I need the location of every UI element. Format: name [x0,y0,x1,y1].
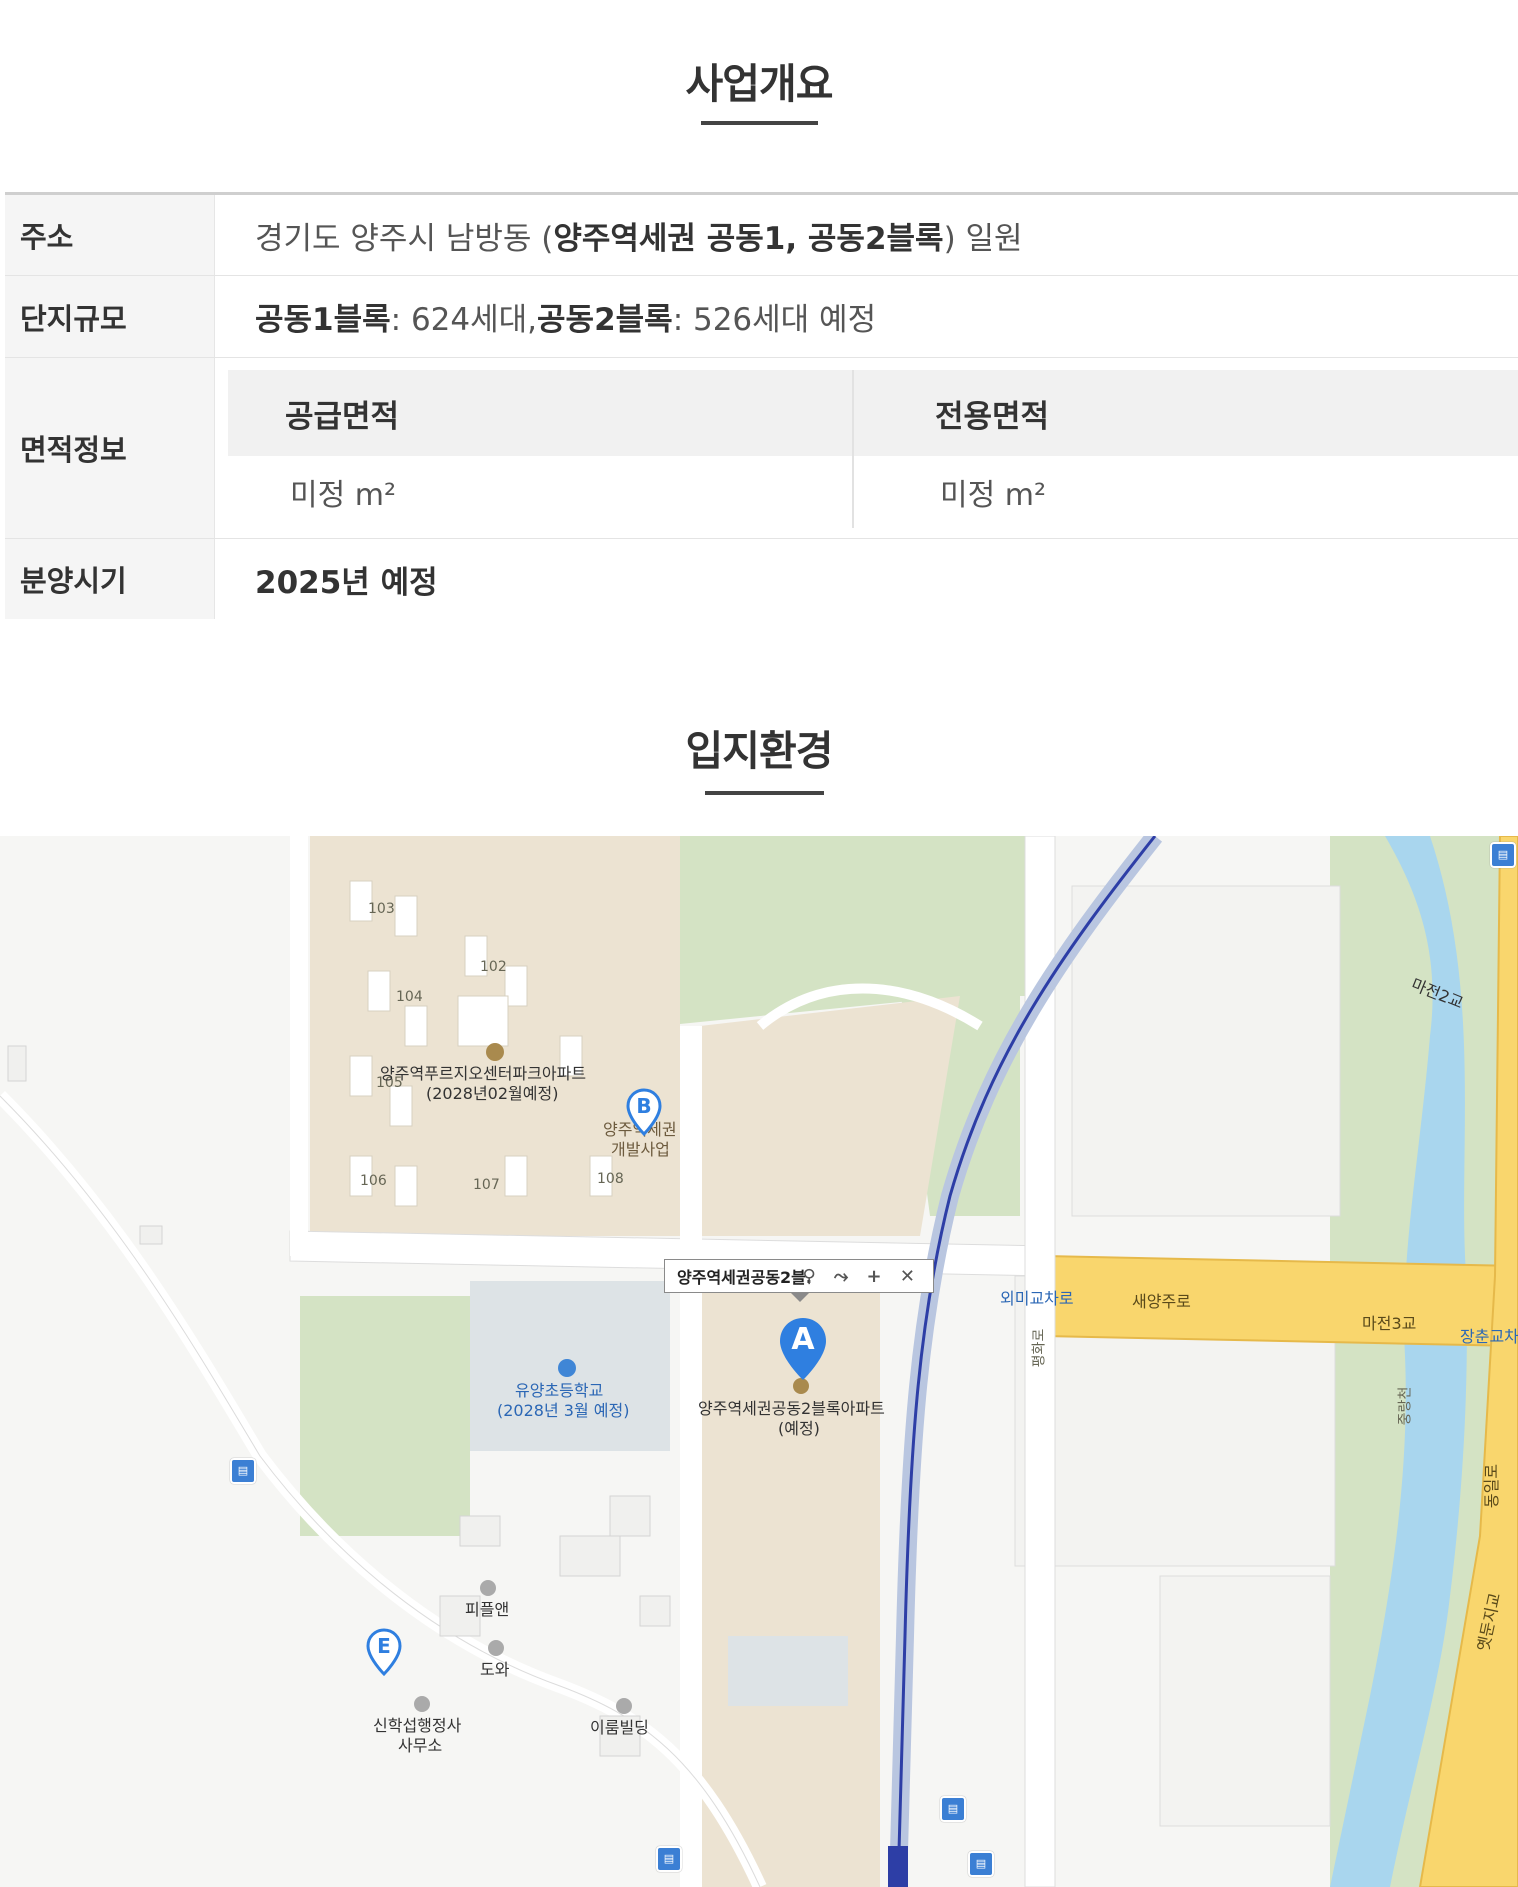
scale-block1: 공동1블록 [255,302,391,338]
bus-stop-icon[interactable]: ▤ [940,1796,966,1822]
label-intersection: 외미교차로 [1000,1289,1074,1308]
label-road-saeyang: 새양주로 [1132,1292,1191,1311]
label-sale: 분양시기 [5,539,214,619]
scale-block2: 공동2블록 [537,302,673,338]
map-info-popup[interactable]: 양주역세권공동2블. ⚲ ⤳ + ✕ [664,1259,934,1293]
marker-b-letter: B [636,1094,652,1118]
popup-pointer [790,1292,810,1302]
label-scale: 단지규모 [5,276,214,357]
value-address: 경기도 양주시 남방동 (양주역세권 공동1, 공동2블록) 일원 [214,195,1518,275]
address-suffix: ) 일원 [943,220,1023,257]
marker-e-letter: E [377,1634,391,1658]
place-icon-sinhak [414,1696,430,1712]
overview-title: 사업개요 [685,60,834,108]
label-area: 면적정보 [5,358,214,538]
bus-stop-icon[interactable]: ▤ [968,1851,994,1877]
location-title: 입지환경 [685,727,834,775]
value-scale: 공동1블록 : 624세대, 공동2블록 : 526세대 예정 [214,276,1518,357]
label-bridge-jangchun: 장춘교차 [1460,1327,1518,1346]
bus-stop-icon[interactable]: ▤ [656,1846,682,1872]
value-sale: 2025년 예정 [214,539,1518,619]
label-stream-jungnang: 중랑천 [1397,1386,1414,1426]
row-sale: 분양시기 2025년 예정 [5,539,1518,619]
location-map[interactable]: 103 102 104 105 106 107 108 양주역푸르지오센터파크아… [0,836,1518,1887]
area-supply-value: 미정 m² [290,478,396,513]
popup-tools-icons[interactable]: ⚲ ⤳ + ✕ [802,1266,921,1287]
label-road-dongil: 동일로 [1482,1463,1502,1509]
overview-title-underline [701,121,818,125]
popup-title: 양주역세권공동2블. [677,1268,812,1287]
area-grid: 공급면적 전용면적 미정 m² 미정 m² [228,370,1518,528]
school-icon [558,1359,576,1377]
label-dev-line2: 개발사업 [611,1140,670,1159]
map-canvas [0,836,1518,1887]
label-school-name: 유양초등학교 [515,1381,604,1400]
bldg-108: 108 [597,1171,624,1187]
place-icon-ireum [616,1698,632,1714]
label-apt-name: 양주역푸르지오센터파크아파트 [380,1064,587,1083]
label-place-peopleand: 피플앤 [465,1600,510,1619]
area-exclusive-value: 미정 m² [940,478,1046,513]
bldg-104: 104 [396,989,423,1005]
address-blocks: 양주역세권 공동1, 공동2블록 [553,220,944,257]
label-site-name: 양주역세권공동2블록아파트 [698,1399,885,1418]
bldg-106: 106 [360,1173,387,1189]
label-address: 주소 [5,195,214,275]
label-bridge-majeon3: 마전3교 [1362,1314,1417,1333]
marker-a-letter: A [791,1322,815,1357]
label-place-sinhak1: 신학섭행정사 [373,1716,462,1735]
label-school-date: (2028년 3월 예정) [497,1401,630,1420]
label-road-pyeonghwa: 평화로 [1031,1328,1048,1368]
location-title-underline [705,791,824,795]
bldg-102: 102 [480,959,507,975]
row-scale: 단지규모 공동1블록 : 624세대, 공동2블록 : 526세대 예정 [5,276,1518,358]
bus-stop-icon[interactable]: ▤ [1490,842,1516,868]
place-icon-peopleand [480,1580,496,1596]
scale-block1-value: : 624세대, [390,302,538,338]
address-prefix: 경기도 양주시 남방동 ( [255,220,554,257]
bldg-103: 103 [368,901,395,917]
label-site-note: (예정) [778,1419,820,1438]
area-supply-header: 공급면적 [228,370,852,456]
area-exclusive-header: 전용면적 [854,370,1518,456]
label-place-ireum: 이룸빌딩 [590,1718,649,1737]
label-apt-date: (2028년02월예정) [426,1084,559,1103]
overview-table: 주소 경기도 양주시 남방동 (양주역세권 공동1, 공동2블록) 일원 단지규… [5,192,1518,619]
scale-block2-value: : 526세대 예정 [672,302,877,338]
label-place-dowa: 도와 [480,1660,510,1679]
apartment-icon [486,1043,504,1061]
bus-stop-icon[interactable]: ▤ [230,1458,256,1484]
place-icon-dowa [488,1640,504,1656]
row-address: 주소 경기도 양주시 남방동 (양주역세권 공동1, 공동2블록) 일원 [5,195,1518,276]
bldg-107: 107 [473,1177,500,1193]
label-place-sinhak2: 사무소 [398,1736,443,1755]
